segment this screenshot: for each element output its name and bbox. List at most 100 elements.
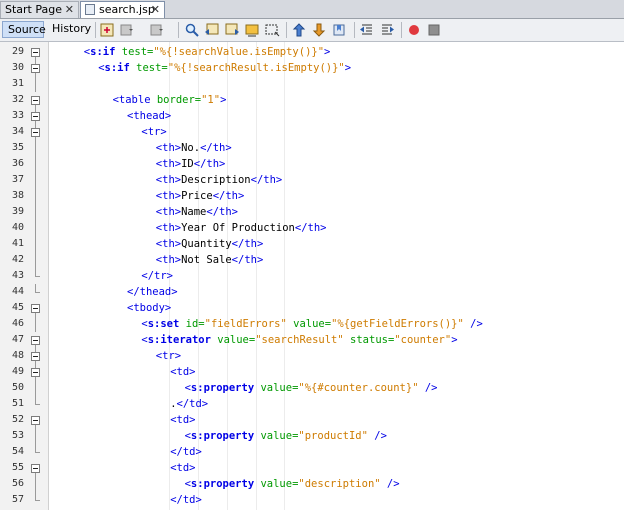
toggle-highlight-icon[interactable] xyxy=(244,22,260,38)
code-token: <th> xyxy=(155,238,182,250)
toggle-bookmark-icon[interactable] xyxy=(331,22,347,38)
line-number: 54 xyxy=(11,446,24,457)
line-number: 56 xyxy=(11,478,24,489)
fold-line xyxy=(35,492,36,500)
find-icon[interactable] xyxy=(184,22,200,38)
code-token: /> xyxy=(463,318,483,330)
code-line[interactable]: <s:property value="%{#counter.count}" /> xyxy=(185,380,438,396)
code-token: test= xyxy=(115,46,154,58)
code-line[interactable]: <s:property value="productId" /> xyxy=(185,428,387,444)
shift-right-icon[interactable] xyxy=(379,22,395,38)
history-view-button[interactable]: History xyxy=(47,21,91,38)
fold-collapse-icon[interactable] xyxy=(31,112,40,121)
fold-line xyxy=(35,121,36,128)
fold-collapse-icon[interactable] xyxy=(31,336,40,345)
code-line[interactable]: </td> xyxy=(170,492,202,508)
forward-icon[interactable] xyxy=(149,22,165,38)
editor-tab-bar: Start Page ✕ search.jsp ✕ xyxy=(0,0,624,19)
back-icon[interactable] xyxy=(119,22,135,38)
toggle-rect-select-icon[interactable] xyxy=(264,22,280,38)
code-line[interactable]: <th>Quantity</th> xyxy=(156,236,263,252)
fold-collapse-icon[interactable] xyxy=(31,64,40,73)
fold-line xyxy=(35,172,36,188)
next-bookmark-icon[interactable] xyxy=(311,22,327,38)
code-token: "%{#counter.count}" xyxy=(298,382,419,394)
code-line[interactable]: <table border="1"> xyxy=(113,92,227,108)
last-edit-icon[interactable] xyxy=(99,22,115,38)
source-view-button[interactable]: Source xyxy=(2,21,46,38)
tab-label: Start Page xyxy=(5,3,62,16)
fold-collapse-icon[interactable] xyxy=(31,128,40,137)
line-number-gutter[interactable]: 29 30 31 32 33 34 35 36 37 38 39 40 41 42 43 44 45 46 47 48… xyxy=(0,42,49,510)
close-icon[interactable]: ✕ xyxy=(151,2,160,17)
line-number: 49 xyxy=(11,366,24,377)
code-token: /> xyxy=(418,382,438,394)
code-line[interactable]: <tbody> xyxy=(127,300,171,316)
fold-end-marker xyxy=(35,452,40,453)
code-line[interactable]: </td> xyxy=(170,444,202,460)
code-line[interactable]: <th>Name</th> xyxy=(156,204,238,220)
code-line[interactable]: <th>Not Sale</th> xyxy=(156,252,263,268)
code-line[interactable]: <th>ID</th> xyxy=(156,156,226,172)
line-number: 31 xyxy=(11,78,24,89)
close-icon[interactable]: ✕ xyxy=(65,2,74,17)
line-number: 55 xyxy=(11,462,24,473)
code-token: s:property xyxy=(190,382,255,394)
code-line[interactable]: <s:iterator value="searchResult" status=… xyxy=(141,332,457,348)
stop-macro-icon[interactable] xyxy=(426,22,442,38)
code-line[interactable]: <s:set id="fieldErrors" value="%{getFiel… xyxy=(141,316,482,332)
tab-start-page[interactable]: Start Page ✕ xyxy=(0,1,79,18)
fold-collapse-icon[interactable] xyxy=(31,96,40,105)
code-line[interactable]: <s:property value="description" /> xyxy=(185,476,400,492)
fold-collapse-icon[interactable] xyxy=(31,304,40,313)
code-token: Description xyxy=(181,174,251,186)
code-token: No. xyxy=(181,142,201,154)
code-line[interactable]: <th>Description</th> xyxy=(156,172,282,188)
code-line[interactable]: .</td> xyxy=(170,396,208,412)
fold-line xyxy=(35,268,36,276)
code-token: <thead> xyxy=(127,110,172,122)
fold-collapse-icon[interactable] xyxy=(31,352,40,361)
code-token: Not Sale xyxy=(181,254,232,266)
fold-line xyxy=(35,252,36,268)
fold-collapse-icon[interactable] xyxy=(31,416,40,425)
code-line[interactable]: <s:if test="%{!searchResult.isEmpty()}"> xyxy=(98,60,351,76)
shift-left-icon[interactable] xyxy=(359,22,375,38)
code-line[interactable]: </thead> xyxy=(127,284,178,300)
code-line[interactable]: <s:if test="%{!searchValue.isEmpty()}"> xyxy=(84,44,331,60)
code-line[interactable]: <td> xyxy=(170,460,195,476)
fold-collapse-icon[interactable] xyxy=(31,464,40,473)
code-token: <tr> xyxy=(155,350,182,362)
line-number: 47 xyxy=(11,334,24,345)
code-line[interactable]: <tr> xyxy=(156,348,181,364)
toolbar-separator xyxy=(95,22,96,38)
code-token: </td> xyxy=(176,398,209,410)
code-token: </td> xyxy=(170,446,202,458)
code-editor[interactable]: <s:if test="%{!searchValue.isEmpty()}"> <… xyxy=(49,42,624,510)
line-number: 39 xyxy=(11,206,24,217)
code-line[interactable]: <tr> xyxy=(141,124,166,140)
code-line[interactable]: <td> xyxy=(170,364,195,380)
code-token: "%{getFieldErrors()}" xyxy=(331,318,464,330)
tab-search-jsp[interactable]: search.jsp ✕ xyxy=(80,1,165,18)
code-token: <th> xyxy=(155,174,182,186)
code-line[interactable]: <thead> xyxy=(127,108,171,124)
fold-collapse-icon[interactable] xyxy=(31,48,40,57)
code-token: s:property xyxy=(190,430,255,442)
code-line[interactable]: <th>Year Of Production</th> xyxy=(156,220,327,236)
line-number: 43 xyxy=(11,270,24,281)
line-number: 51 xyxy=(11,398,24,409)
start-macro-icon[interactable] xyxy=(406,22,422,38)
find-previous-icon[interactable] xyxy=(204,22,220,38)
fold-collapse-icon[interactable] xyxy=(31,368,40,377)
find-next-icon[interactable] xyxy=(224,22,240,38)
code-line[interactable]: </tr> xyxy=(141,268,173,284)
previous-bookmark-icon[interactable] xyxy=(291,22,307,38)
code-line[interactable]: <th>Price</th> xyxy=(156,188,245,204)
code-line[interactable]: <td> xyxy=(170,412,195,428)
code-line[interactable]: <th>No.</th> xyxy=(156,140,232,156)
fold-end-marker xyxy=(35,276,40,277)
code-token: status= xyxy=(343,334,395,346)
line-number: 30 xyxy=(11,62,24,73)
fold-end-marker xyxy=(35,500,40,501)
